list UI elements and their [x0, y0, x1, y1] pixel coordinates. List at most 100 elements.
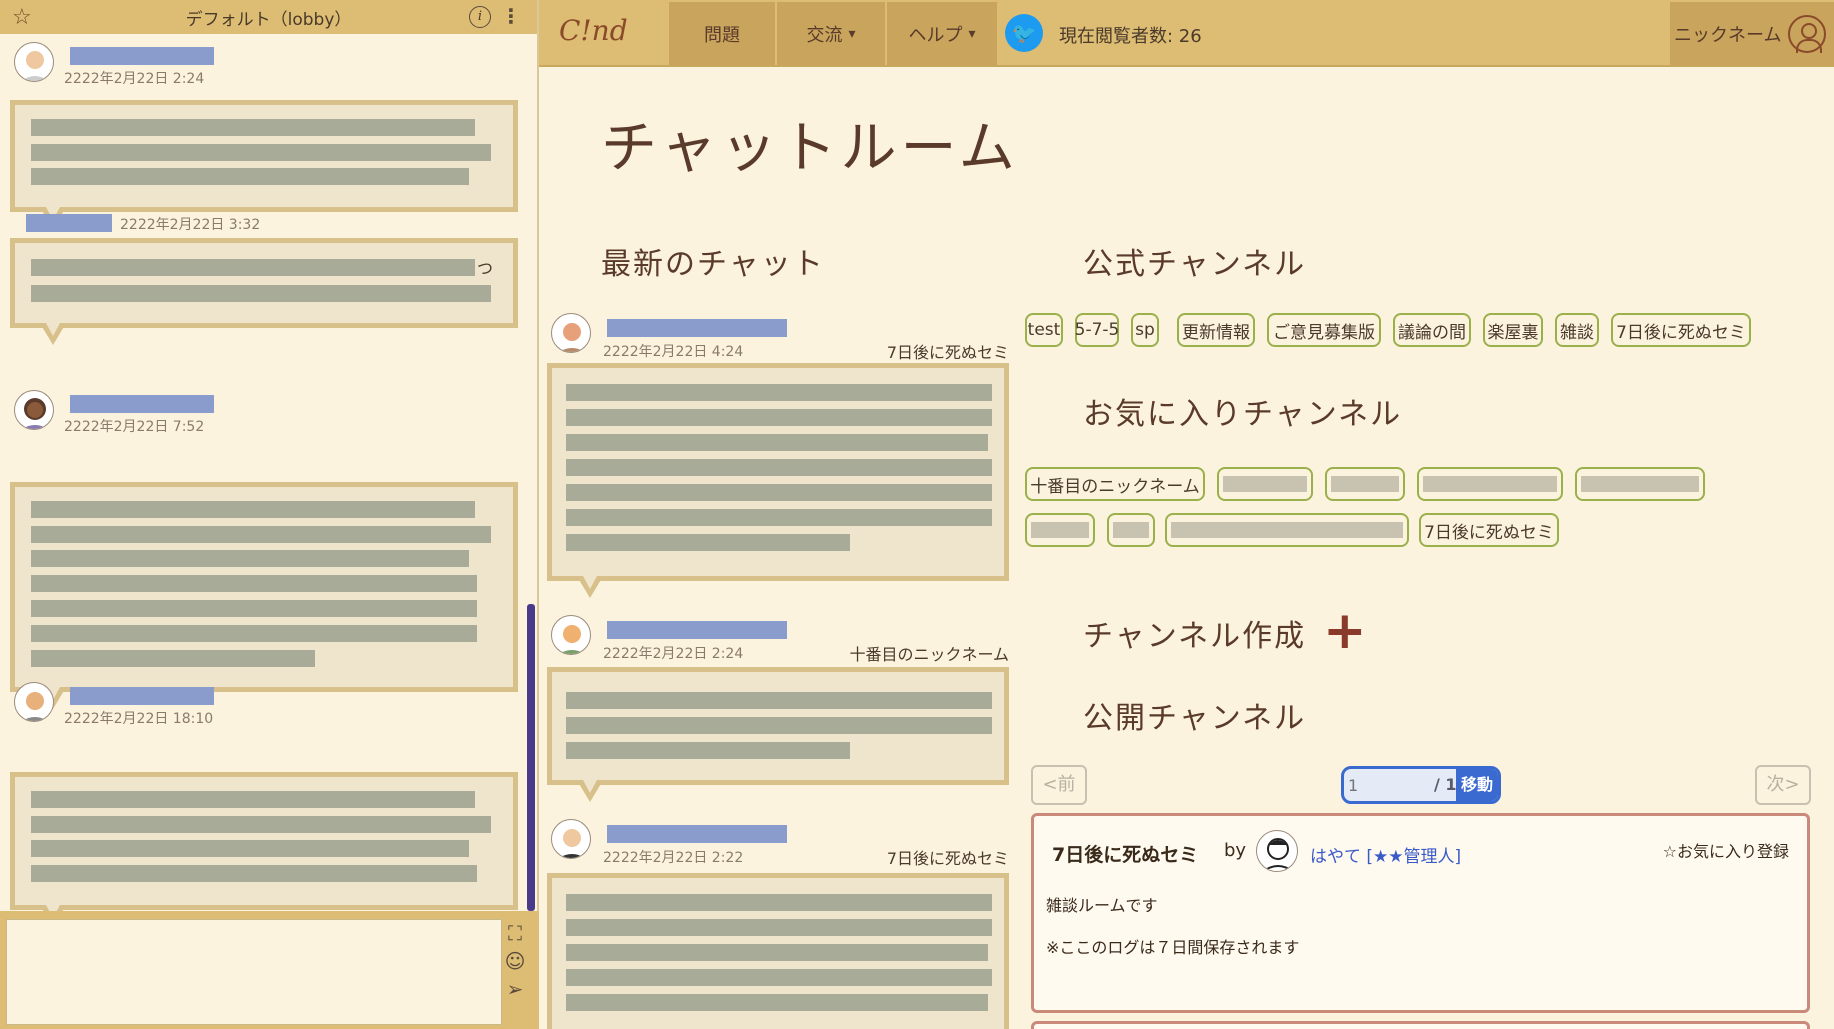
official-channels-heading: 公式チャンネル — [1083, 247, 1307, 282]
user-name-redacted[interactable] — [70, 687, 214, 705]
site-logo[interactable]: C!nd — [559, 14, 628, 47]
message-channel[interactable]: 7日後に死ぬセミ — [887, 845, 1009, 869]
message-bubble — [10, 482, 518, 709]
message-bubble: つ — [10, 238, 518, 345]
add-channel-icon[interactable]: + — [1323, 605, 1367, 657]
latest-chat-item: 2222年2月22日 4:24 7日後に死ぬセミ — [547, 313, 1009, 643]
user-name-redacted[interactable] — [607, 319, 787, 337]
channel-tag[interactable]: ご意見募集版 — [1267, 313, 1381, 347]
nav-help-label: ヘルプ — [908, 24, 963, 46]
avatar[interactable] — [14, 42, 54, 82]
user-name-redacted[interactable] — [70, 395, 214, 413]
channel-tag-redacted[interactable] — [1107, 513, 1155, 547]
message-bubble — [547, 667, 1009, 802]
chat-scrollbar[interactable] — [527, 604, 535, 911]
latest-chat-item: 2222年2月22日 2:22 7日後に死ぬセミ — [547, 819, 1009, 1029]
message-time: 2222年2月22日 2:22 — [603, 850, 744, 866]
chevron-down-icon: ▾ — [848, 25, 856, 42]
channel-description: 雑談ルームです — [1046, 896, 1158, 915]
message-time: 2222年2月22日 2:24 — [64, 71, 205, 87]
page-title: チャットルーム — [601, 116, 1019, 181]
page-number-input[interactable] — [1348, 771, 1428, 799]
info-icon[interactable]: i — [469, 6, 491, 28]
message-bubble — [547, 363, 1009, 598]
channel-owner[interactable]: はやて [★★管理人] — [1310, 842, 1461, 867]
avatar[interactable] — [1256, 830, 1298, 872]
nav-community[interactable]: 交流 ▾ — [777, 2, 887, 65]
lobby-title: デフォルト（lobby） — [185, 9, 352, 30]
top-navigation: C!nd 問題 交流 ▾ ヘルプ ▾ 🐦 現在閲覧者数: 26 ニックネーム — [539, 0, 1834, 67]
favorite-star-icon[interactable]: ☆ — [12, 5, 32, 30]
avatar[interactable] — [551, 313, 591, 353]
latest-chat-item: 2222年2月22日 2:24 十番目のニックネーム — [547, 615, 1009, 815]
send-icon[interactable]: ➢ — [503, 977, 527, 1001]
user-nickname: ニックネーム — [1674, 24, 1782, 46]
message-time: 2222年2月22日 18:10 — [64, 711, 214, 727]
channel-tag-redacted[interactable] — [1325, 467, 1405, 501]
message-time: 2222年2月22日 7:52 — [64, 419, 205, 435]
menu-kebab-icon[interactable]: ⋮ — [501, 4, 521, 28]
next-page-button[interactable]: 次> — [1755, 765, 1811, 805]
channel-tag[interactable]: 議論の間 — [1393, 313, 1471, 347]
channel-tag[interactable]: sp — [1131, 313, 1159, 347]
favorite-register-button[interactable]: ☆お気に入り登録 — [1663, 838, 1789, 862]
channel-tag[interactable]: test — [1025, 313, 1063, 347]
avatar[interactable] — [551, 615, 591, 655]
channel-tag[interactable]: 7日後に死ぬセミ — [1419, 513, 1559, 547]
message-input[interactable] — [6, 919, 502, 1025]
page-total: / 1 — [1434, 775, 1457, 794]
message-bubble — [547, 873, 1009, 1029]
lobby-chat-panel: ☆ デフォルト（lobby） i ⋮ 2222年2月22日 2:24 2222年… — [0, 0, 539, 1029]
channel-tag-redacted[interactable] — [1025, 513, 1095, 547]
channel-card[interactable]: 7日後に死ぬセミ by はやて [★★管理人] ☆お気に入り登録 雑談ルームです… — [1031, 813, 1810, 1013]
message-time: 2222年2月22日 4:24 — [603, 344, 744, 360]
channel-tag[interactable]: 雑談 — [1555, 313, 1599, 347]
channel-tag[interactable]: 7日後に死ぬセミ — [1611, 313, 1751, 347]
channel-tag-redacted[interactable] — [1217, 467, 1313, 501]
twitter-icon[interactable]: 🐦 — [1005, 14, 1043, 52]
lobby-header: ☆ デフォルト（lobby） i ⋮ — [0, 0, 537, 34]
message-composer: ⛶ ☺ ➢ — [0, 911, 539, 1029]
prev-page-button[interactable]: <前 — [1031, 765, 1087, 805]
channel-tag[interactable]: 5-7-5 — [1075, 313, 1119, 347]
message-time: 2222年2月22日 3:32 — [120, 217, 261, 233]
nav-help[interactable]: ヘルプ ▾ — [887, 2, 999, 65]
user-name-redacted[interactable] — [607, 825, 787, 843]
avatar[interactable] — [14, 390, 54, 430]
message-channel[interactable]: 7日後に死ぬセミ — [887, 339, 1009, 363]
go-button[interactable]: 移動 — [1456, 769, 1498, 801]
public-channels-heading: 公開チャンネル — [1083, 701, 1307, 736]
channel-tag-redacted[interactable] — [1165, 513, 1409, 547]
emoji-icon[interactable]: ☺ — [503, 949, 527, 973]
channel-tag[interactable]: 楽屋裏 — [1483, 313, 1543, 347]
message-channel[interactable]: 十番目のニックネーム — [849, 641, 1009, 665]
user-name-redacted[interactable] — [607, 621, 787, 639]
lobby-message-list[interactable]: 2222年2月22日 2:24 2222年2月22日 3:32 つ 2222年2… — [0, 34, 539, 911]
channel-tag-redacted[interactable] — [1575, 467, 1705, 501]
page-jump: / 1 移動 — [1341, 766, 1501, 804]
message-bubble — [10, 100, 518, 229]
user-menu-button[interactable]: ニックネーム — [1670, 2, 1834, 65]
message-time: 2222年2月22日 2:24 — [603, 646, 744, 662]
avatar[interactable] — [14, 682, 54, 722]
message-trailing-char: つ — [477, 259, 494, 278]
viewer-count: 現在閲覧者数: 26 — [1059, 26, 1202, 47]
avatar[interactable] — [551, 819, 591, 859]
channel-tag-redacted[interactable] — [1417, 467, 1563, 501]
create-channel-heading: チャンネル作成 — [1083, 619, 1307, 654]
nav-community-label: 交流 — [806, 24, 843, 46]
user-icon — [1788, 15, 1826, 53]
latest-chat-heading: 最新のチャット — [601, 247, 825, 282]
nav-problems-label: 問題 — [704, 24, 740, 46]
channel-tag[interactable]: 更新情報 — [1177, 313, 1255, 347]
channel-card[interactable] — [1031, 1021, 1810, 1029]
by-label: by — [1224, 840, 1247, 861]
channel-title[interactable]: 7日後に死ぬセミ — [1052, 840, 1198, 867]
chevron-down-icon: ▾ — [968, 25, 976, 42]
channel-note: ※ここのログは７日間保存されます — [1046, 938, 1300, 957]
channel-tag[interactable]: 十番目のニックネーム — [1025, 467, 1205, 501]
nav-problems[interactable]: 問題 — [669, 2, 777, 65]
expand-icon[interactable]: ⛶ — [503, 921, 527, 945]
user-name-redacted[interactable] — [70, 47, 214, 65]
user-name-redacted[interactable] — [26, 214, 112, 232]
